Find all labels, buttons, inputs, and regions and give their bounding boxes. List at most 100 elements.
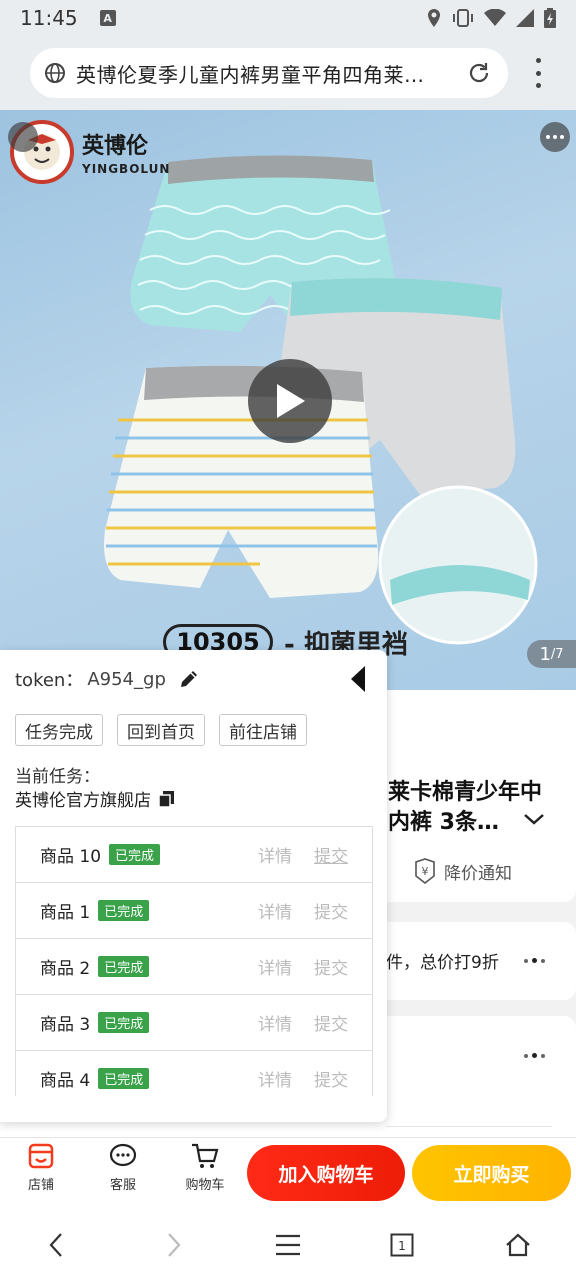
- current-task-name: 英博伦官方旗舰店: [15, 791, 151, 811]
- list-item: 商品 4 已完成 详情 提交: [16, 1051, 372, 1096]
- item-submit-link[interactable]: 提交: [314, 842, 348, 867]
- item-submit-link[interactable]: 提交: [314, 1066, 348, 1091]
- store-icon: [28, 1143, 54, 1169]
- pencil-icon[interactable]: [178, 668, 200, 690]
- item-name: 商品 10: [40, 847, 102, 867]
- brand-name-en: YINGBOLUN: [82, 162, 171, 176]
- token-value: A954_gp: [87, 668, 166, 690]
- back-button[interactable]: [8, 122, 38, 152]
- discount-text[interactable]: 件，总价打9折: [386, 948, 499, 973]
- item-detail-link[interactable]: 详情: [258, 842, 292, 867]
- item-detail-link[interactable]: 详情: [258, 954, 292, 979]
- wifi-icon: [484, 9, 506, 26]
- current-task-label: 当前任务：: [15, 767, 100, 787]
- collapse-panel-icon[interactable]: [349, 664, 369, 694]
- globe-icon: [45, 63, 65, 83]
- battery-icon: [544, 8, 556, 28]
- item-detail-link[interactable]: 详情: [258, 1010, 292, 1035]
- copy-icon[interactable]: [157, 789, 177, 809]
- status-time: 11:45: [20, 6, 78, 30]
- signal-icon: [516, 9, 534, 27]
- status-badge: 已完成: [98, 1012, 150, 1033]
- bottom-action-bar: 店铺 客服 购物车 加入购物车 立即购买: [0, 1137, 576, 1209]
- item-name: 商品 2: [40, 959, 91, 979]
- reload-button[interactable]: [462, 56, 496, 90]
- list-item: 商品 1 已完成 详情 提交: [16, 883, 372, 939]
- status-badge: 已完成: [109, 844, 161, 865]
- vibrate-icon: [453, 9, 473, 27]
- item-name: 商品 4: [40, 1071, 91, 1091]
- service-tab[interactable]: 客服: [93, 1142, 153, 1193]
- nav-home-button[interactable]: [502, 1229, 534, 1261]
- task-items-list[interactable]: 商品 10 已完成 详情 提交 商品 1 已完成 详情 提交 商品 2 已完成 …: [15, 826, 373, 1096]
- status-badge: 已完成: [98, 956, 150, 977]
- list-item: 商品 10 已完成 详情 提交: [16, 827, 372, 883]
- chat-icon: [109, 1143, 137, 1167]
- status-badge: 已完成: [98, 900, 150, 921]
- more-options-button[interactable]: [540, 122, 570, 152]
- nav-menu-button[interactable]: [272, 1229, 304, 1261]
- store-label: 店铺: [27, 1178, 54, 1193]
- item-detail-link[interactable]: 详情: [258, 898, 292, 923]
- service-label: 客服: [109, 1178, 136, 1193]
- status-icons: [426, 8, 556, 28]
- page-title-url[interactable]: 英博伦夏季儿童内裤男童平角四角莱…: [76, 59, 462, 88]
- buy-now-button[interactable]: 立即购买: [412, 1145, 571, 1201]
- nav-back-button[interactable]: [40, 1229, 72, 1261]
- back-home-button[interactable]: 回到首页: [117, 714, 205, 746]
- image-page-indicator: 1/7: [527, 640, 576, 668]
- home-icon: [506, 1233, 530, 1257]
- product-title[interactable]: 莱卡棉青少年中内裤 3条…: [388, 778, 558, 838]
- hamburger-icon: [276, 1234, 300, 1256]
- item-name: 商品 3: [40, 1015, 91, 1035]
- reload-icon: [469, 63, 489, 83]
- add-to-cart-button[interactable]: 加入购物车: [247, 1145, 405, 1201]
- nav-tabs-button[interactable]: 1: [386, 1229, 418, 1261]
- chevron-down-icon[interactable]: [522, 812, 546, 826]
- store-tab[interactable]: 店铺: [11, 1142, 71, 1193]
- item-submit-link[interactable]: 提交: [314, 954, 348, 979]
- price-tag-icon: ¥: [415, 858, 435, 884]
- status-bar: 11:45 A: [0, 0, 576, 36]
- promotion-more-icon[interactable]: [524, 958, 545, 963]
- price-notice-label: 降价通知: [444, 863, 512, 884]
- item-submit-link[interactable]: 提交: [314, 898, 348, 923]
- token-task-panel: token： A954_gp 任务完成 回到首页 前往店铺 当前任务： 英博伦官…: [0, 650, 387, 1122]
- card-divider: [386, 1126, 552, 1127]
- shopping-cart-icon: [192, 1143, 219, 1168]
- tabs-icon: 1: [390, 1233, 414, 1257]
- list-item: 商品 3 已完成 详情 提交: [16, 995, 372, 1051]
- address-bar[interactable]: 英博伦夏季儿童内裤男童平角四角莱…: [30, 48, 508, 98]
- page-total: /7: [550, 646, 564, 662]
- tabs-count: 1: [398, 1239, 406, 1253]
- cart-tab[interactable]: 购物车: [175, 1142, 235, 1193]
- price-notice-button[interactable]: ¥ 降价通知: [414, 858, 512, 884]
- nav-forward-button[interactable]: [158, 1229, 190, 1261]
- browser-menu-button[interactable]: [526, 58, 550, 88]
- chevron-left-icon: [49, 1233, 62, 1257]
- cart-label: 购物车: [185, 1178, 225, 1193]
- list-item: 商品 2 已完成 详情 提交: [16, 939, 372, 995]
- brand-name-cn: 英博伦: [82, 134, 149, 159]
- task-complete-button[interactable]: 任务完成: [15, 714, 103, 746]
- options-more-icon[interactable]: [524, 1053, 545, 1058]
- location-icon: [428, 9, 440, 27]
- item-name: 商品 1: [40, 903, 91, 923]
- notification-icon: A: [99, 10, 116, 26]
- status-badge: 已完成: [98, 1068, 150, 1089]
- current-task-row: 英博伦官方旗舰店: [15, 786, 177, 811]
- item-submit-link[interactable]: 提交: [314, 1010, 348, 1035]
- product-image-carousel[interactable]: 英博伦 YINGBOLUN 10305 - 抑菌里裆 1/7: [0, 110, 576, 690]
- svg-text:¥: ¥: [422, 865, 429, 878]
- chevron-right-icon: [168, 1233, 181, 1257]
- panel-action-buttons: 任务完成 回到首页 前往店铺: [15, 714, 307, 746]
- browser-toolbar: 英博伦夏季儿童内裤男童平角四角莱…: [0, 36, 576, 110]
- token-row: token： A954_gp: [15, 666, 200, 692]
- token-label: token：: [15, 670, 84, 691]
- play-icon: [277, 384, 305, 418]
- browser-nav-bar: 1: [0, 1209, 576, 1280]
- page-current: 1: [539, 643, 551, 665]
- play-video-button[interactable]: [248, 359, 332, 443]
- go-to-store-button[interactable]: 前往店铺: [219, 714, 307, 746]
- item-detail-link[interactable]: 详情: [258, 1066, 292, 1091]
